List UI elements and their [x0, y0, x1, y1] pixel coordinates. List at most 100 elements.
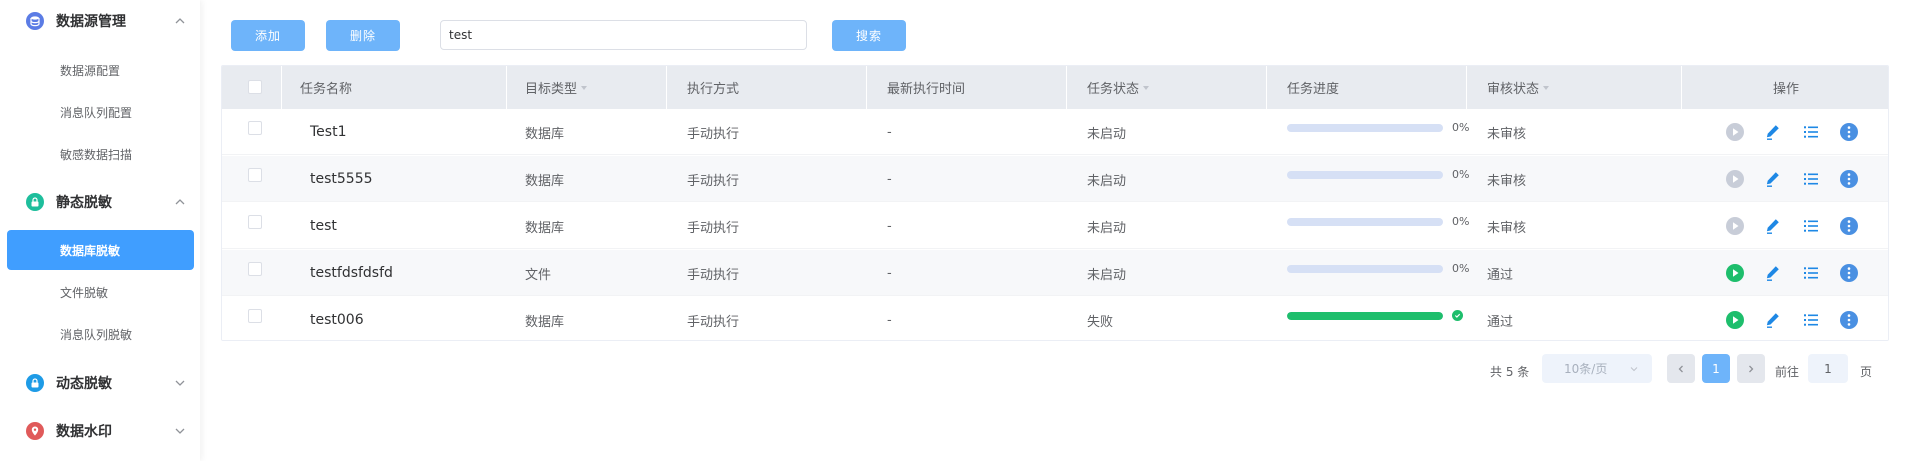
row-checkbox[interactable] — [248, 168, 262, 182]
column-header[interactable]: 审核状态 — [1467, 66, 1682, 109]
row-checkbox[interactable] — [248, 309, 262, 323]
prev-page-button[interactable] — [1667, 354, 1695, 383]
last-run-time: - — [887, 312, 892, 328]
sidebar-group-label: 数据水印 — [56, 424, 112, 440]
sidebar-item-mq-config[interactable]: 消息队列配置 — [0, 92, 200, 132]
page-number-current[interactable]: 1 — [1702, 354, 1730, 383]
delete-button[interactable]: 删除 — [326, 20, 400, 51]
row-checkbox[interactable] — [248, 215, 262, 229]
more-icon[interactable] — [1839, 122, 1859, 142]
column-header: 任务名称 — [282, 66, 507, 109]
sidebar-item-label: 敏感数据扫描 — [60, 147, 133, 162]
progress-bar — [1287, 265, 1443, 273]
sidebar-group-label: 静态脱敏 — [56, 195, 112, 211]
review-status: 未审核 — [1487, 220, 1527, 236]
column-header[interactable]: 任务状态 — [1067, 66, 1267, 109]
exec-mode: 手动执行 — [687, 267, 740, 283]
more-icon[interactable] — [1839, 310, 1859, 330]
sidebar-group-dynamic-masking[interactable]: 动态脱敏 — [0, 362, 200, 404]
table-row[interactable]: Test1 数据库 手动执行 - 未启动 0% 未审核 — [222, 109, 1888, 155]
table-header: 任务名称 目标类型 执行方式 最新执行时间 任务状态 任务进度 审核状态 操作 — [222, 66, 1888, 109]
review-status: 未审核 — [1487, 173, 1527, 189]
task-name: test006 — [310, 312, 364, 328]
exec-mode: 手动执行 — [687, 173, 740, 189]
table-row[interactable]: test 数据库 手动执行 - 未启动 0% 未审核 — [222, 203, 1888, 249]
sort-caret-icon[interactable] — [1143, 85, 1150, 90]
edit-icon[interactable] — [1763, 122, 1783, 142]
exec-mode: 手动执行 — [687, 220, 740, 236]
task-status: 失败 — [1087, 314, 1114, 330]
progress-fill — [1287, 312, 1443, 320]
column-header[interactable]: 目标类型 — [507, 66, 667, 109]
table-row[interactable]: test5555 数据库 手动执行 - 未启动 0% 未审核 — [222, 156, 1888, 202]
progress-text: 0% — [1452, 121, 1470, 134]
sidebar-group-datasource[interactable]: 数据源管理 — [0, 0, 200, 42]
lock-icon — [26, 374, 44, 392]
chevron-up-icon — [175, 18, 185, 24]
chevron-right-icon — [1749, 365, 1754, 372]
sidebar-item-file-masking[interactable]: 文件脱敏 — [0, 272, 200, 312]
target-type: 数据库 — [525, 220, 565, 236]
task-table: 任务名称 目标类型 执行方式 最新执行时间 任务状态 任务进度 审核状态 操作 … — [221, 65, 1889, 341]
exec-mode: 手动执行 — [687, 126, 740, 142]
select-all-checkbox[interactable] — [248, 80, 262, 94]
table-row[interactable]: testfdsfdsfd 文件 手动执行 - 未启动 0% 通过 — [222, 250, 1888, 296]
run-icon[interactable] — [1725, 169, 1745, 189]
edit-icon[interactable] — [1763, 310, 1783, 330]
progress-text: 0% — [1452, 168, 1470, 181]
database-icon — [26, 12, 44, 30]
column-header-label: 任务名称 — [300, 82, 353, 97]
column-header: 任务进度 — [1267, 66, 1467, 109]
sidebar-item-mq-masking[interactable]: 消息队列脱敏 — [0, 314, 200, 354]
task-status: 未启动 — [1087, 267, 1127, 283]
sidebar: 数据源管理 数据源配置 消息队列配置 敏感数据扫描 静态脱敏 数据库脱敏 文件脱… — [0, 0, 200, 461]
list-icon[interactable] — [1801, 169, 1821, 189]
sidebar-item-label: 数据库脱敏 — [60, 243, 121, 258]
target-type: 数据库 — [525, 314, 565, 330]
list-icon[interactable] — [1801, 216, 1821, 236]
search-button[interactable]: 搜索 — [832, 20, 906, 51]
edit-icon[interactable] — [1763, 169, 1783, 189]
last-run-time: - — [887, 265, 892, 281]
chevron-left-icon — [1678, 365, 1683, 372]
more-icon[interactable] — [1839, 216, 1859, 236]
more-icon[interactable] — [1839, 169, 1859, 189]
review-status: 通过 — [1487, 267, 1514, 283]
sidebar-item-sensitive-scan[interactable]: 敏感数据扫描 — [0, 134, 200, 174]
task-status: 未启动 — [1087, 220, 1127, 236]
page-size-select[interactable]: 10条/页 — [1542, 354, 1652, 383]
header-checkbox-cell — [222, 66, 282, 109]
task-status: 未启动 — [1087, 173, 1127, 189]
goto-page-input[interactable]: 1 — [1808, 354, 1848, 383]
list-icon[interactable] — [1801, 263, 1821, 283]
more-icon[interactable] — [1839, 263, 1859, 283]
run-icon[interactable] — [1725, 310, 1745, 330]
run-icon[interactable] — [1725, 216, 1745, 236]
sort-caret-icon[interactable] — [1543, 85, 1550, 90]
sidebar-group-static-masking[interactable]: 静态脱敏 — [0, 181, 200, 223]
run-icon[interactable] — [1725, 122, 1745, 142]
search-input[interactable] — [440, 20, 807, 50]
edit-icon[interactable] — [1763, 263, 1783, 283]
table-row[interactable]: test006 数据库 手动执行 - 失败 通过 — [222, 297, 1888, 340]
run-icon[interactable] — [1725, 263, 1745, 283]
add-button[interactable]: 添加 — [231, 20, 305, 51]
column-header: 操作 — [1682, 66, 1888, 109]
sidebar-item-db-masking[interactable]: 数据库脱敏 — [7, 230, 194, 270]
sidebar-group-watermark[interactable]: 数据水印 — [0, 410, 200, 452]
sidebar-item-label: 数据源配置 — [60, 63, 121, 78]
chevron-down-icon — [1630, 367, 1638, 372]
list-icon[interactable] — [1801, 310, 1821, 330]
row-checkbox[interactable] — [248, 121, 262, 135]
next-page-button[interactable] — [1737, 354, 1765, 383]
sidebar-item-datasource-config[interactable]: 数据源配置 — [0, 50, 200, 90]
last-run-time: - — [887, 171, 892, 187]
list-icon[interactable] — [1801, 122, 1821, 142]
sidebar-group-label: 动态脱敏 — [56, 376, 112, 392]
sort-caret-icon[interactable] — [581, 85, 588, 90]
edit-icon[interactable] — [1763, 216, 1783, 236]
success-check-icon — [1452, 310, 1463, 321]
row-checkbox[interactable] — [248, 262, 262, 276]
last-run-time: - — [887, 124, 892, 140]
column-header: 执行方式 — [667, 66, 867, 109]
